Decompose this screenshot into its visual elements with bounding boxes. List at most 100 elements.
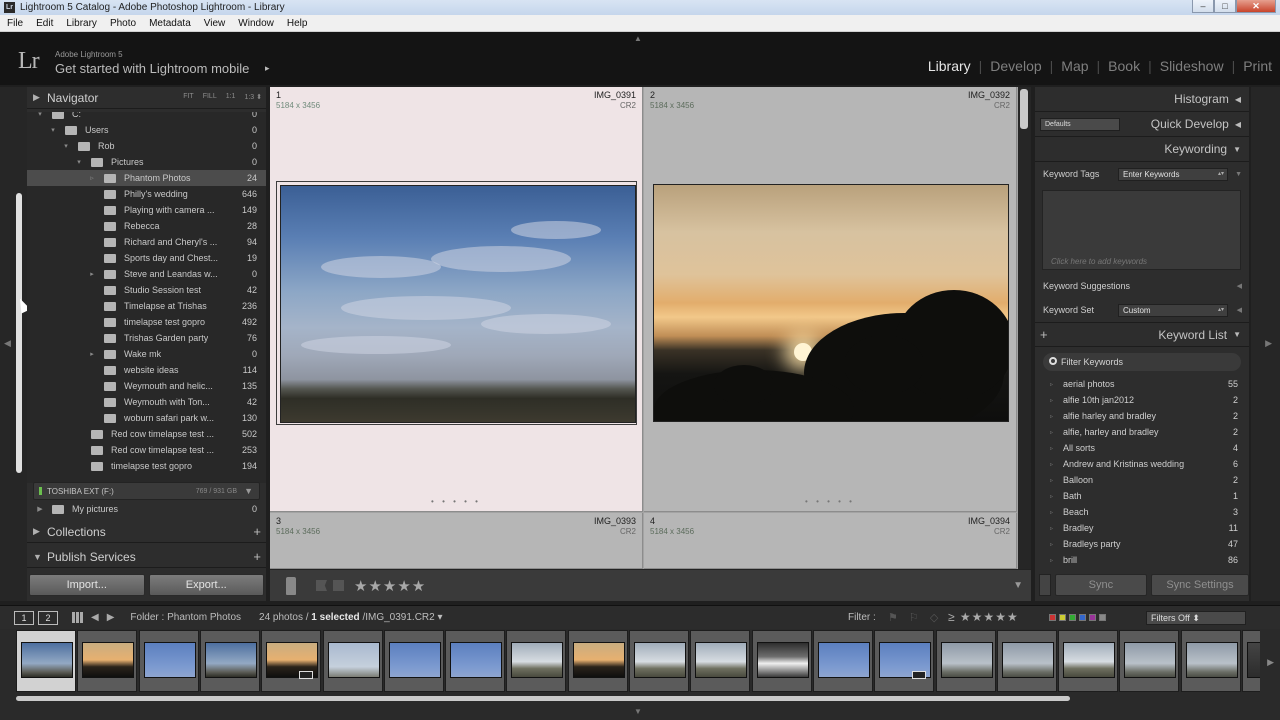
keyword-item[interactable]: ▹ Balloon 2	[1035, 473, 1249, 489]
volume-bar[interactable]: TOSHIBA EXT (F:) 769 / 931 GB ▼	[33, 482, 260, 500]
filmstrip-thumbnail[interactable]	[445, 630, 506, 692]
pick-flag-icon[interactable]	[316, 580, 327, 591]
folder-row[interactable]: Studio Session test 42	[27, 282, 266, 298]
primary-window-button[interactable]: 1	[14, 610, 34, 625]
filmstrip-thumbnail[interactable]	[138, 630, 199, 692]
sync-button[interactable]: Sync	[1054, 574, 1147, 596]
filter-flag-icons[interactable]: ⚑ ⚐ ◇	[888, 611, 942, 624]
folder-row[interactable]: Weymouth with Ton... 42	[27, 394, 266, 410]
filmstrip-thumbnail[interactable]	[751, 630, 812, 692]
filmstrip-thumbnail[interactable]	[1119, 630, 1180, 692]
folder-row[interactable]: ▾ C: 0	[27, 112, 266, 122]
filmstrip-thumbnail[interactable]	[567, 630, 628, 692]
color-label-yellow[interactable]	[1059, 614, 1066, 621]
collapse-right-panel-icon[interactable]: ▶	[1265, 338, 1272, 349]
folder-row[interactable]: Rebecca 28	[27, 218, 266, 234]
forward-arrow-icon[interactable]: ▶	[107, 612, 115, 623]
folder-row[interactable]: ▸ Wake mk 0	[27, 346, 266, 362]
keyword-expand-icon[interactable]: ▹	[1050, 477, 1053, 484]
painter-spray-icon[interactable]	[286, 576, 296, 595]
folder-row[interactable]: Timelapse at Trishas 236	[27, 298, 266, 314]
keyword-item[interactable]: ▹ aerial photos 55	[1035, 377, 1249, 393]
folder-expand-icon[interactable]: ▸	[88, 270, 96, 278]
keyword-item[interactable]: ▹ brill 86	[1035, 553, 1249, 569]
folder-expand-icon[interactable]: ▸	[88, 350, 96, 358]
module-develop[interactable]: Develop	[982, 58, 1049, 74]
navigator-header[interactable]: ▶ Navigator FIT FILL 1:1 1:3 ⬍	[27, 87, 266, 109]
keyword-item[interactable]: ▹ Bradley 11	[1035, 521, 1249, 537]
photo-thumbnail[interactable]	[280, 185, 636, 423]
menu-help[interactable]: Help	[280, 18, 314, 29]
folders-scrollbar[interactable]	[16, 193, 22, 473]
close-button[interactable]: ✕	[1236, 0, 1276, 13]
grid-cell[interactable]: 4 5184 x 3456 IMG_0394 CR2	[644, 513, 1017, 569]
color-label-red[interactable]	[1049, 614, 1056, 621]
folder-row[interactable]: website ideas 114	[27, 362, 266, 378]
keyword-expand-icon[interactable]: ▹	[1050, 413, 1053, 420]
grid-cell[interactable]: 1 5184 x 3456 IMG_0391 CR2 • • • • •	[270, 87, 643, 512]
keyword-expand-icon[interactable]: ▹	[1050, 557, 1053, 564]
maximize-button[interactable]: □	[1214, 0, 1236, 13]
export-button[interactable]: Export...	[148, 574, 264, 596]
color-label-none[interactable]	[1099, 614, 1106, 621]
menu-metadata[interactable]: Metadata	[142, 18, 197, 29]
filmstrip-thumbnail[interactable]	[261, 630, 322, 692]
filmstrip-thumbnail[interactable]	[383, 630, 444, 692]
collapse-left-panel-icon[interactable]: ◀	[4, 338, 11, 349]
collections-header[interactable]: ▶ Collections +	[27, 521, 266, 543]
cell-rating-dots[interactable]: • • • • •	[270, 497, 642, 506]
filmstrip-thumbnail[interactable]	[812, 630, 873, 692]
filmstrip-thumbnail[interactable]	[1058, 630, 1119, 692]
histogram-header[interactable]: Histogram ◀	[1035, 87, 1249, 112]
keyword-item[interactable]: ▹ Andrew and Kristinas wedding 6	[1035, 457, 1249, 473]
keyword-item[interactable]: ▹ All sorts 4	[1035, 441, 1249, 457]
module-print[interactable]: Print	[1235, 58, 1280, 74]
grid-scrollbar[interactable]	[1018, 87, 1031, 569]
module-slideshow[interactable]: Slideshow	[1152, 58, 1232, 74]
folder-row[interactable]: Sports day and Chest... 19	[27, 250, 266, 266]
filmstrip-thumbnail[interactable]	[690, 630, 751, 692]
keyword-expand-icon[interactable]: ▹	[1050, 509, 1053, 516]
star-rating[interactable]: ★★★★★	[354, 577, 426, 595]
folder-my-pictures[interactable]: ▶ My pictures 0	[27, 501, 266, 517]
folder-row[interactable]: Philly's wedding 646	[27, 186, 266, 202]
cell-rating-dots[interactable]: • • • • •	[644, 497, 1016, 506]
color-label-purple[interactable]	[1089, 614, 1096, 621]
folder-expand-icon[interactable]: ▾	[62, 142, 70, 150]
mobile-promo-link[interactable]: Get started with Lightroom mobile	[55, 61, 249, 76]
grid-scroll-thumb[interactable]	[1020, 89, 1028, 129]
expand-triangle-icon[interactable]: ▶	[36, 505, 44, 513]
filmstrip-scrollbar[interactable]	[16, 696, 1070, 701]
module-book[interactable]: Book	[1100, 58, 1148, 74]
keyword-item[interactable]: ▹ Bradleys party 47	[1035, 537, 1249, 553]
quick-develop-header[interactable]: Defaults Quick Develop ◀	[1035, 112, 1249, 137]
photo-thumbnail[interactable]	[653, 184, 1009, 422]
folder-expand-icon[interactable]: ▾	[75, 158, 83, 166]
folder-row[interactable]: ▾ Pictures 0	[27, 154, 266, 170]
edited-badge-icon[interactable]	[912, 671, 927, 679]
menu-file[interactable]: File	[0, 18, 29, 29]
filter-keywords-input[interactable]: Filter Keywords	[1043, 353, 1241, 371]
menu-window[interactable]: Window	[231, 18, 280, 29]
folder-row[interactable]: ▹ Phantom Photos 24	[27, 170, 266, 186]
filmstrip-thumbnail[interactable]	[16, 630, 76, 692]
keyword-item[interactable]: ▹ Beach 3	[1035, 505, 1249, 521]
grid-cell[interactable]: 2 5184 x 3456 IMG_0392 CR2 • • • • •	[644, 87, 1017, 512]
import-button[interactable]: Import...	[29, 574, 145, 596]
zoom-1-3[interactable]: 1:3 ⬍	[244, 93, 262, 101]
filmstrip-count[interactable]: 24 photos / 1 selected /IMG_0391.CR2 ▾	[259, 612, 442, 623]
keyword-set-dropdown[interactable]: Custom	[1118, 303, 1228, 317]
filmstrip-thumbnail[interactable]	[1180, 630, 1241, 692]
reject-flag-icon[interactable]	[333, 580, 344, 591]
filter-preset-dropdown[interactable]: Filters Off ⬍	[1146, 611, 1246, 625]
add-collection-icon[interactable]: +	[253, 524, 261, 539]
back-arrow-icon[interactable]: ◀	[91, 612, 99, 623]
folder-row[interactable]: Weymouth and helic... 135	[27, 378, 266, 394]
color-label-blue[interactable]	[1079, 614, 1086, 621]
collapse-bottom-panel-icon[interactable]: ▼	[634, 707, 642, 716]
folder-row[interactable]: ▾ Users 0	[27, 122, 266, 138]
filmstrip-thumbnail[interactable]	[874, 630, 935, 692]
folder-expand-icon[interactable]: ▹	[88, 174, 96, 182]
keyword-expand-icon[interactable]: ▹	[1050, 429, 1053, 436]
folder-row[interactable]: Red cow timelapse test ... 502	[27, 426, 266, 442]
